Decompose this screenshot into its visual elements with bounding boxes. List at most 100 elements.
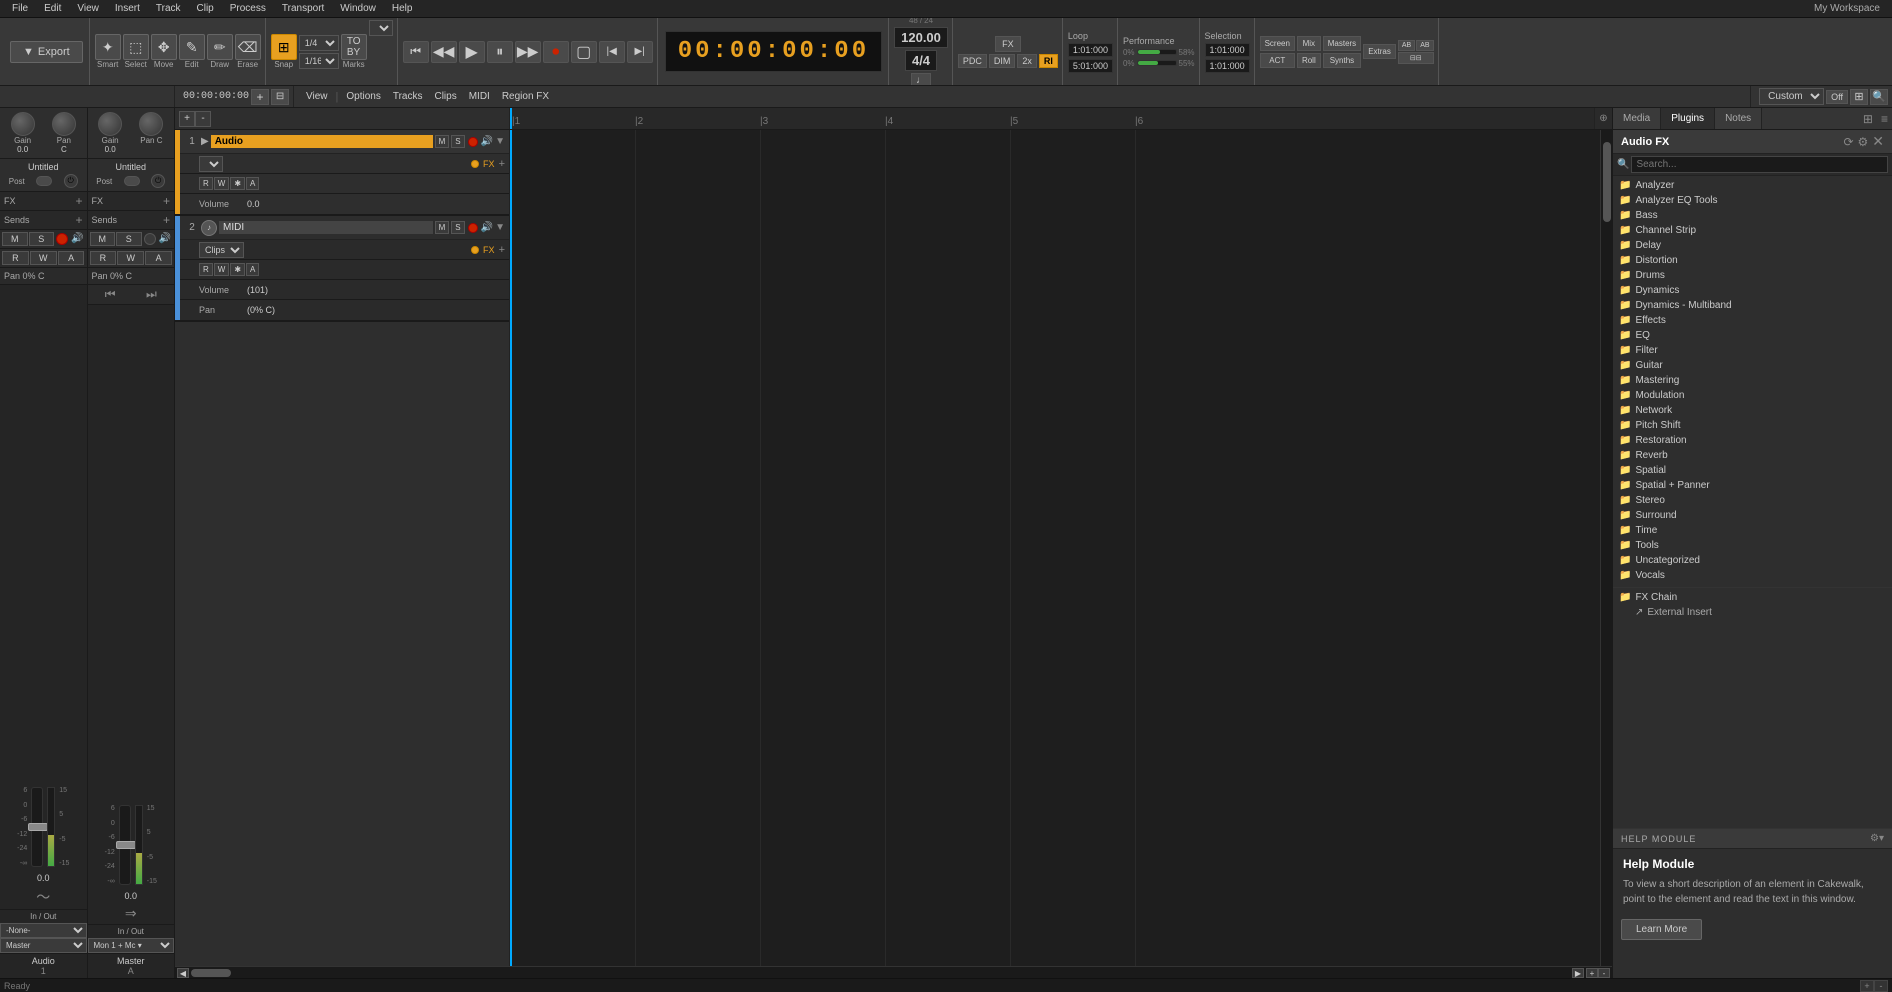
learn-more-button[interactable]: Learn More (1621, 919, 1702, 940)
menu-track[interactable]: Track (148, 1, 189, 16)
track-fx-btn-1[interactable]: FX (483, 159, 495, 169)
post-toggle-1[interactable] (36, 176, 52, 186)
fx-search-input[interactable] (1631, 156, 1888, 173)
loop-start[interactable]: 1:01:000 (1068, 43, 1113, 57)
fader-2[interactable] (119, 805, 131, 885)
scroll-right-btn[interactable]: ▶ (1572, 968, 1584, 978)
track-r-2[interactable]: R (199, 263, 213, 276)
track-a-2[interactable]: A (246, 263, 259, 276)
s-btn-2[interactable]: S (116, 232, 142, 246)
a-btn-1[interactable]: A (58, 251, 85, 265)
smart-tool[interactable]: ✦ Smart (95, 34, 121, 69)
fx-category-mastering[interactable]: 📁 Mastering (1613, 373, 1892, 388)
track-s-2[interactable]: S (451, 221, 464, 234)
menu-insert[interactable]: Insert (107, 1, 148, 16)
prev-icon-2[interactable]: ⏮ (105, 287, 116, 302)
fx-category-pitch-shift[interactable]: 📁 Pitch Shift (1613, 418, 1892, 433)
erase-tool[interactable]: ⌫ Erase (235, 34, 261, 69)
menu-clip[interactable]: Clip (189, 1, 222, 16)
zoom-in-h[interactable]: + (179, 111, 195, 127)
marker-list-btn[interactable]: ⊟ (271, 89, 289, 105)
channel-input-select-1[interactable]: -None- (0, 923, 87, 938)
fx-category-analyzer-eq[interactable]: 📁 Analyzer EQ Tools (1613, 193, 1892, 208)
fx-category-spatial-panner[interactable]: 📁 Spatial + Panner (1613, 478, 1892, 493)
rewind-to-start-button[interactable]: ⏮ (403, 41, 429, 63)
tab-plugins[interactable]: Plugins (1661, 108, 1715, 129)
loop-button[interactable]: ▢ (571, 41, 597, 63)
record-button[interactable]: ⏺ (543, 41, 569, 63)
pattern-btn[interactable]: ⊟⊟ (1398, 52, 1434, 64)
screen-btn[interactable]: Screen (1260, 36, 1295, 51)
fx-category-effects[interactable]: 📁 Effects (1613, 313, 1892, 328)
fx-category-filter[interactable]: 📁 Filter (1613, 343, 1892, 358)
r-btn-2[interactable]: R (90, 251, 117, 265)
zoom-out-v[interactable]: - (1598, 968, 1610, 978)
fx-category-analyzer[interactable]: 📁 Analyzer (1613, 178, 1892, 193)
track-expand-2[interactable]: ▼ (495, 222, 505, 233)
track-ast-1[interactable]: ✱ (230, 177, 245, 190)
fx-chain-item[interactable]: 📁 FX Chain (1613, 590, 1892, 605)
track-m-1[interactable]: M (435, 135, 450, 148)
fx-category-time[interactable]: 📁 Time (1613, 523, 1892, 538)
fx-category-delay[interactable]: 📁 Delay (1613, 238, 1892, 253)
zoom-in-bottom[interactable]: + (1860, 980, 1874, 992)
fx-category-dynamics[interactable]: 📁 Dynamics (1613, 283, 1892, 298)
fx-category-bass[interactable]: 📁 Bass (1613, 208, 1892, 223)
menu-window[interactable]: Window (332, 1, 384, 16)
pause-button[interactable]: ⏸ (487, 41, 513, 63)
synths-btn[interactable]: Synths (1323, 53, 1361, 68)
fast-forward-button[interactable]: ▶▶ (515, 41, 541, 63)
snap-value3-select[interactable]: 3 (369, 20, 393, 36)
roll-btn[interactable]: Roll (1297, 53, 1321, 68)
add-send-2[interactable]: + (163, 213, 170, 227)
fx-category-reverb[interactable]: 📁 Reverb (1613, 448, 1892, 463)
right-panel-icon-2[interactable]: ≡ (1877, 108, 1892, 129)
add-send-1[interactable]: + (75, 213, 82, 227)
fx-category-vocals[interactable]: 📁 Vocals (1613, 568, 1892, 583)
zoom-fit-btn[interactable]: ⊕ (1599, 113, 1607, 124)
power-2[interactable]: ⏻ (151, 174, 165, 188)
fx-category-restoration[interactable]: 📁 Restoration (1613, 433, 1892, 448)
r-btn-1[interactable]: R (2, 251, 29, 265)
fx-category-guitar[interactable]: 📁 Guitar (1613, 358, 1892, 373)
masters-btn[interactable]: Masters (1323, 36, 1361, 51)
track-expand-1[interactable]: ▼ (495, 136, 505, 147)
bpm-display[interactable]: 120.00 (894, 27, 948, 48)
track-s-1[interactable]: S (451, 135, 464, 148)
draw-tool[interactable]: ✏ Draw (207, 34, 233, 69)
ab-btn1[interactable]: AB (1398, 40, 1415, 51)
fit-btn[interactable]: ⊞ (1850, 89, 1868, 105)
track-w-2[interactable]: W (214, 263, 230, 276)
export-button[interactable]: ▼ Export (10, 41, 83, 63)
track-name-field-1[interactable]: Audio (211, 135, 433, 148)
fx-button[interactable]: FX (995, 36, 1021, 52)
h-scroll-thumb[interactable] (191, 969, 231, 977)
dim-button[interactable]: DIM (989, 54, 1016, 68)
m-btn-1[interactable]: M (2, 232, 28, 246)
tab-media[interactable]: Media (1613, 108, 1661, 129)
loop-end[interactable]: 5:01:000 (1068, 59, 1113, 73)
track-a-1[interactable]: A (246, 177, 259, 190)
region-fx-btn[interactable]: Region FX (498, 90, 553, 103)
view-btn[interactable]: View (302, 90, 332, 103)
menu-help[interactable]: Help (384, 1, 421, 16)
metronome-button[interactable]: ♩ (911, 73, 931, 87)
play-icon-2[interactable]: ⏭ (146, 287, 157, 302)
s-btn-1[interactable]: S (29, 232, 55, 246)
ab-btn2[interactable]: AB (1416, 40, 1433, 51)
zoom-out-h[interactable]: - (195, 111, 211, 127)
play-button[interactable]: ▶ (459, 41, 485, 63)
help-settings-btn[interactable]: ⚙▾ (1870, 833, 1884, 844)
fx-category-spatial[interactable]: 📁 Spatial (1613, 463, 1892, 478)
edit-tool[interactable]: ✎ Edit (179, 34, 205, 69)
act-btn[interactable]: ACT (1260, 53, 1295, 68)
gain-knob-1[interactable] (11, 112, 35, 136)
midi-btn[interactable]: MIDI (465, 90, 494, 103)
tab-notes[interactable]: Notes (1715, 108, 1762, 129)
zoom-in-v[interactable]: + (1586, 968, 1598, 978)
ri-button[interactable]: RI (1039, 54, 1058, 68)
extras-btn[interactable]: Extras (1363, 44, 1396, 59)
clips-btn[interactable]: Clips (430, 90, 460, 103)
power-1[interactable]: ⏻ (64, 174, 78, 188)
sel-end[interactable]: 1:01:000 (1205, 59, 1250, 73)
